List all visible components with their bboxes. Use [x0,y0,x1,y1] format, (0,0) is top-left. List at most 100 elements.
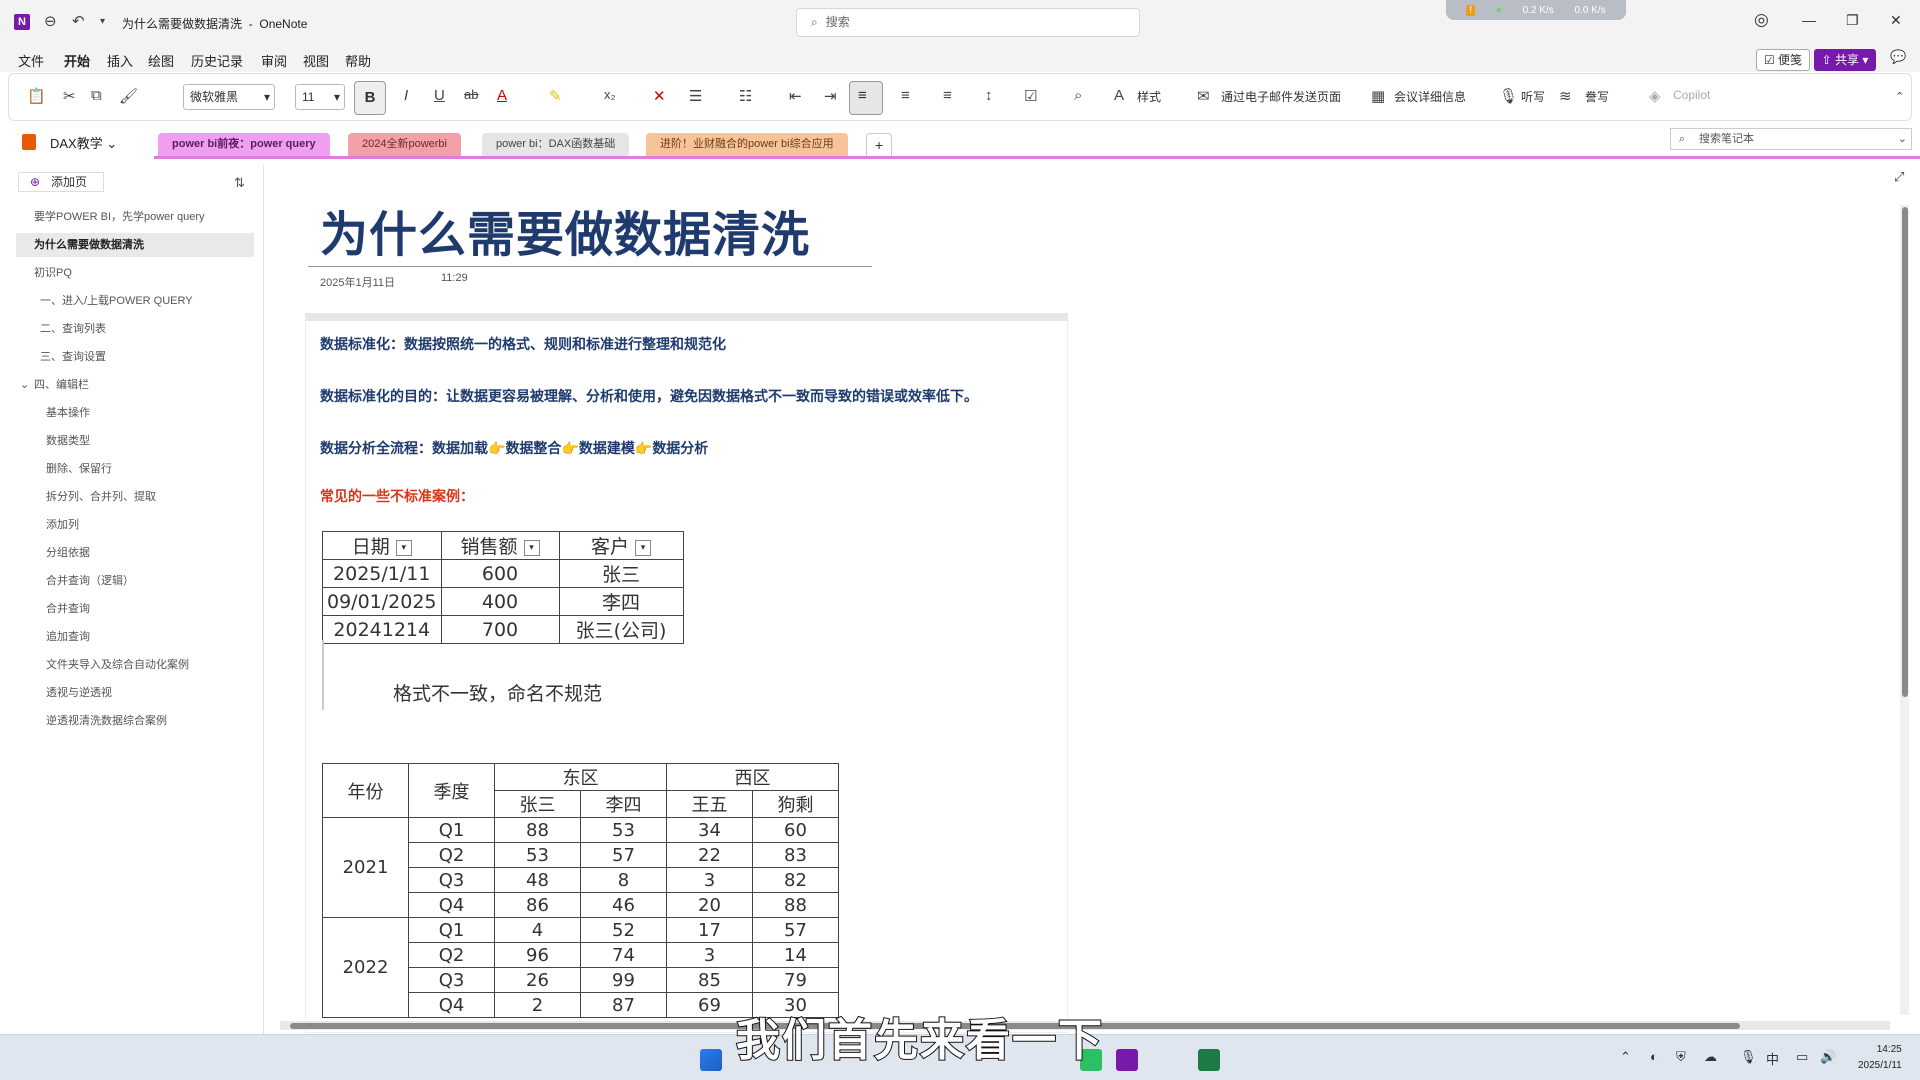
bold-button[interactable]: B [354,81,386,115]
quick-access-dropdown-icon[interactable]: ▾ [100,16,105,27]
network-icon[interactable]: ▭ [1796,1049,1808,1065]
page-list-item[interactable]: 逆透视清洗数据综合案例 [46,709,167,733]
system-clock[interactable]: 14:25 2025/1/11 [1858,1042,1902,1074]
italic-button[interactable]: I [404,87,408,104]
search-box[interactable]: ⌕ 搜索 [796,8,1140,37]
numbering-icon[interactable]: ☷ [739,87,752,105]
align-right-icon[interactable]: ≡ [943,87,952,104]
microphone-icon[interactable]: 🎙 [1740,1049,1757,1065]
menu-file[interactable]: 文件 [18,51,44,70]
decrease-indent-icon[interactable]: ⇤ [789,87,802,105]
note-line-cases[interactable]: 常见的一些不标准案例： [320,486,474,506]
menu-history[interactable]: 历史记录 [191,51,243,70]
page-list-item[interactable]: 基本操作 [46,401,90,425]
line-spacing-icon[interactable]: ↕ [985,87,993,104]
page-list-item[interactable]: 追加查询 [46,625,90,649]
page-list-item[interactable]: 要学POWER BI，先学power query [34,205,205,229]
page-list-item[interactable]: 合并查询 [46,597,90,621]
menu-home[interactable]: 开始 [64,51,91,75]
filter-dropdown-icon[interactable]: ▾ [395,539,412,556]
cut-icon[interactable]: ✂ [63,87,76,105]
page-list-item[interactable]: 合并查询（逻辑） [46,569,134,593]
format-painter-icon[interactable]: 🖌 [119,87,138,105]
copy-icon[interactable]: ⧉ [91,87,102,104]
page-list-item[interactable]: 拆分列、合并列、提取 [46,485,156,509]
underline-button[interactable]: U [434,87,445,104]
page-list-item[interactable]: 删除、保留行 [46,457,112,481]
page-list-item[interactable]: 为什么需要做数据清洗 [16,233,254,257]
ime-indicator[interactable]: 中 [1766,1049,1779,1068]
close-button[interactable]: ✕ [1890,12,1902,29]
note-container-handle[interactable] [305,313,1068,321]
copilot-icon[interactable]: ◈ [1649,87,1661,105]
page-list-item[interactable]: 一、进入/上载POWER QUERY [40,289,193,313]
page-list-item[interactable]: 透视与逆透视 [46,681,112,705]
page-list-item[interactable]: 初识PQ [34,261,72,285]
minimize-button[interactable]: — [1802,12,1816,28]
menu-help[interactable]: 帮助 [345,51,371,70]
tray-overflow-icon[interactable]: ⌃ [1620,1049,1631,1065]
copilot-label[interactable]: Copilot [1673,88,1710,102]
transcribe-icon[interactable]: ≋ [1559,87,1572,105]
tab-dax-basics[interactable]: power bi：DAX函数基础 [482,133,630,158]
notebook-search-input[interactable]: 搜索笔记本 ⌕ ⌄ [1670,128,1912,150]
subscript-icon[interactable]: x₂ [604,87,616,102]
clear-formatting-icon[interactable]: ✕ [653,87,666,105]
font-family-select[interactable]: 微软雅黑 ▾ [183,84,275,110]
transcribe-label[interactable]: 誊写 [1585,88,1609,105]
note-line-process[interactable]: 数据分析全流程：数据加载👉数据整合👉数据建模👉数据分析 [320,438,708,458]
add-page-button[interactable]: 添加页 [18,172,104,192]
align-center-icon[interactable]: ≡ [901,87,910,104]
meeting-details-icon[interactable]: ▦ [1371,87,1385,105]
menu-review[interactable]: 审阅 [261,51,287,70]
windows-start-icon[interactable] [700,1049,722,1071]
paste-icon[interactable]: 📋 [27,87,46,105]
font-color-icon[interactable]: A [497,87,507,104]
page-list-item[interactable]: 三、查询设置 [40,345,106,369]
tag-icon[interactable]: ☑ [1024,87,1037,105]
meeting-details-label[interactable]: 会议详细信息 [1394,88,1466,105]
share-button[interactable]: ⇧ 共享 ▾ [1814,49,1876,71]
filter-dropdown-icon[interactable]: ▾ [523,539,540,556]
font-size-select[interactable]: 11 ▾ [295,84,345,110]
note-line-standardization[interactable]: 数据标准化：数据按照统一的格式、规则和标准进行整理和规范化 [320,334,726,354]
tray-app-icon[interactable]: ◐ [1650,1049,1658,1064]
back-icon[interactable]: ⊖ [44,12,57,30]
page-list-item[interactable]: 文件夹导入及综合自动化案例 [46,653,189,677]
collapse-ribbon-icon[interactable]: ⌃ [1895,90,1904,103]
email-page-icon[interactable]: ✉ [1197,87,1210,105]
bullets-icon[interactable]: ☰ [689,87,702,105]
highlight-icon[interactable]: ✎ [549,87,562,105]
add-section-button[interactable]: + [866,133,893,158]
page-title[interactable]: 为什么需要做数据清洗 [320,195,810,265]
tab-2024-powerbi[interactable]: 2024全新powerbi [348,133,461,158]
expand-icon[interactable]: ⤢ [1894,169,1904,185]
email-page-label[interactable]: 通过电子邮件发送页面 [1221,88,1341,105]
note-line-purpose[interactable]: 数据标准化的目的：让数据更容易被理解、分析和使用，避免因数据格式不一致而导致的错… [320,386,978,406]
page-list-item[interactable]: 数据类型 [46,429,90,453]
dictate-label[interactable]: 听写 [1521,88,1545,105]
onenote-taskbar-icon[interactable] [1116,1049,1138,1071]
page-list-item[interactable]: 分组依据 [46,541,90,565]
tab-power-query[interactable]: power bi前夜：power query [158,133,330,158]
page-list-item[interactable]: 二、查询列表 [40,317,106,341]
align-left-button[interactable]: ≡ [849,81,883,115]
menu-draw[interactable]: 绘图 [148,51,174,70]
dictate-icon[interactable]: 🎙 [1499,87,1518,105]
filter-dropdown-icon[interactable]: ▾ [635,539,652,556]
restore-button[interactable]: ❐ [1846,12,1859,29]
styles-label[interactable]: 样式 [1137,88,1161,105]
volume-icon[interactable]: 🔊 [1820,1049,1836,1065]
vertical-scroll-thumb[interactable] [1902,207,1908,697]
notebook-name[interactable]: DAX教学 ⌄ [50,133,117,152]
page-list-item[interactable]: ⌄ 四、编辑栏 [20,373,89,397]
tab-advanced-powerbi[interactable]: 进阶！业财融合的power bi综合应用 [646,133,848,158]
security-icon[interactable]: ⛨ [1676,1049,1686,1065]
strikethrough-button[interactable]: ab [464,87,478,102]
styles-icon[interactable]: A [1114,87,1124,104]
excel-taskbar-icon[interactable] [1198,1049,1220,1071]
sticky-notes-button[interactable]: ☑ 便笺 [1756,49,1810,71]
expand-chevron-icon[interactable]: ⌄ [20,373,29,397]
menu-insert[interactable]: 插入 [107,51,133,70]
menu-view[interactable]: 视图 [303,51,329,70]
